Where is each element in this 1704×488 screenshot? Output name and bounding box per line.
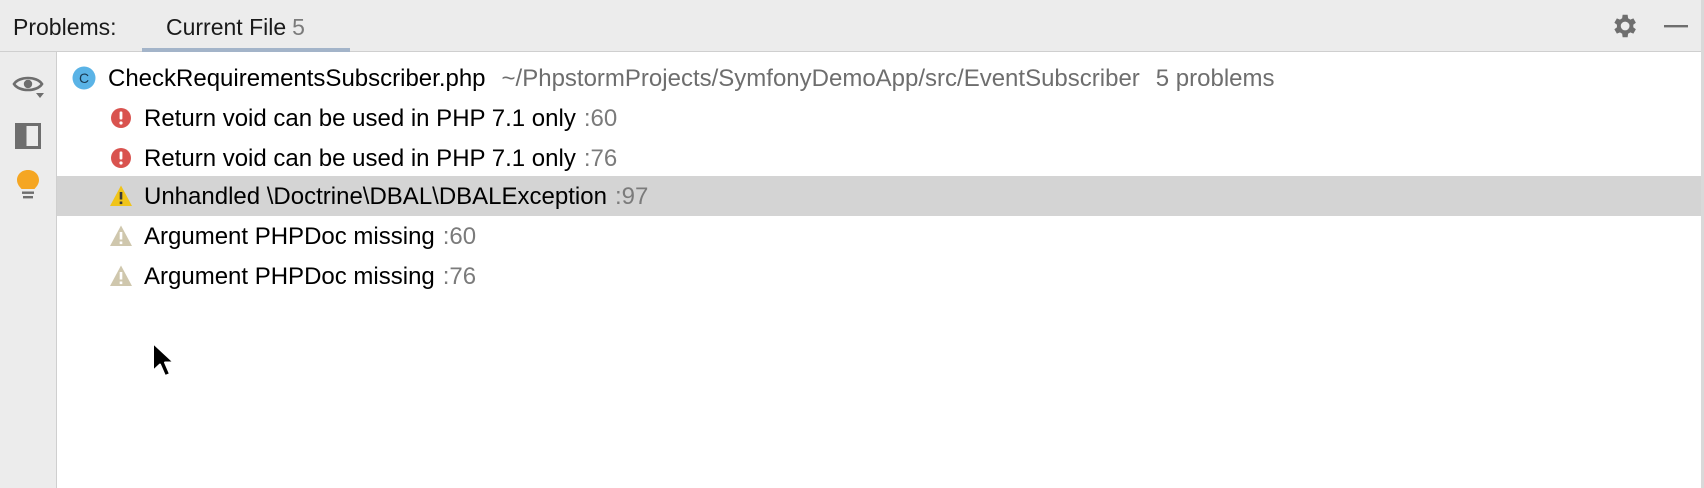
tool-window-title: Problems: <box>13 14 117 40</box>
problem-message: Argument PHPDoc missing <box>144 263 435 290</box>
problem-message: Return void can be used in PHP 7.1 only <box>144 105 576 132</box>
eye-icon[interactable] <box>12 70 44 102</box>
problem-message: Return void can be used in PHP 7.1 only <box>144 145 576 172</box>
tab-current-file[interactable]: Current File 5 <box>142 0 350 52</box>
file-name: CheckRequirementsSubscriber.php <box>108 65 486 92</box>
mouse-cursor-icon <box>152 342 175 377</box>
problem-message: Argument PHPDoc missing <box>144 223 435 250</box>
lightbulb-icon[interactable] <box>12 169 44 201</box>
problem-line: :97 <box>614 183 649 210</box>
tool-window-header: Problems: Current File 5 <box>0 0 1704 52</box>
problems-tool-window: Problems: Current File 5 C CheckRequirem… <box>0 0 1704 488</box>
weak-warning-icon <box>110 225 132 246</box>
problem-line: :76 <box>583 145 618 172</box>
problem-line: :60 <box>442 223 477 250</box>
problems-tree: C CheckRequirementsSubscriber.php ~/Phpst… <box>57 52 1701 488</box>
problem-row-selected[interactable]: Unhandled \Doctrine\DBAL\DBALException :9… <box>57 176 1701 216</box>
error-icon <box>111 108 131 128</box>
problem-row[interactable]: Return void can be used in PHP 7.1 only:… <box>57 138 1701 178</box>
file-problem-count: 5 problems <box>1155 65 1275 92</box>
error-icon <box>111 148 131 168</box>
tab-current-file-label: Current File <box>166 14 287 40</box>
problem-row[interactable]: Return void can be used in PHP 7.1 only:… <box>57 98 1701 138</box>
problem-line: :76 <box>442 263 477 290</box>
problem-row[interactable]: Argument PHPDoc missing :76 <box>57 256 1701 296</box>
file-node[interactable]: C CheckRequirementsSubscriber.php ~/Phpst… <box>57 58 1701 98</box>
weak-warning-icon <box>110 265 132 286</box>
gear-icon[interactable] <box>1608 10 1640 42</box>
tab-current-file-count: 5 <box>292 14 305 40</box>
problem-row[interactable]: Argument PHPDoc missing :60 <box>57 216 1701 256</box>
file-path: ~/PhpstormProjects/SymfonyDemoApp/src/Ev… <box>501 65 1140 92</box>
class-c-icon: C <box>72 66 96 90</box>
preview-icon[interactable] <box>12 120 44 152</box>
minimize-icon[interactable] <box>1660 10 1692 42</box>
problem-message: Unhandled \Doctrine\DBAL\DBALException <box>144 183 607 210</box>
warning-icon <box>110 185 132 206</box>
svg-text:C: C <box>79 70 89 86</box>
problem-line: :60 <box>583 105 618 132</box>
tool-window-sidebar <box>0 52 57 488</box>
